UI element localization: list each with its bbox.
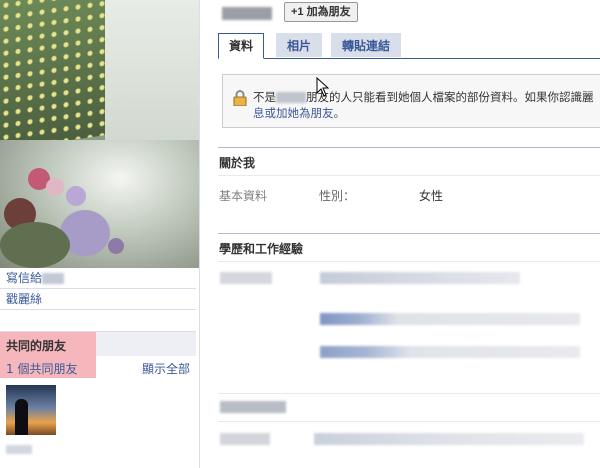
profile-name-blurred (222, 7, 272, 20)
write-message-link[interactable]: 寫信給 (0, 268, 196, 289)
tab-info[interactable]: 資料 (218, 33, 265, 59)
mutual-friends-header: 共同的朋友 (0, 332, 196, 356)
mutual-friend-avatar[interactable] (6, 385, 56, 435)
work-label-blurred (220, 433, 270, 445)
basic-info-label: 基本資料 (219, 189, 268, 203)
mutual-friend-name[interactable] (6, 442, 32, 456)
about-section-divider (218, 175, 600, 176)
gender-value: 女性 (419, 189, 444, 203)
education-section-rule (218, 233, 600, 234)
profile-tabs: 資料 相片 轉貼連結 (218, 33, 600, 59)
write-message-label: 寫信給 (6, 271, 43, 285)
work-title-blurred (220, 401, 286, 413)
profile-photo[interactable] (0, 0, 200, 268)
mutual-friends-title: 共同的朋友 (6, 339, 67, 353)
column-divider (199, 0, 200, 468)
mouse-cursor-icon (316, 77, 330, 97)
work-section-divider (218, 421, 600, 422)
poke-link[interactable]: 戳麗絲 (0, 289, 196, 310)
tab-photos[interactable]: 相片 (276, 33, 323, 57)
tab-links[interactable]: 轉貼連結 (331, 33, 402, 57)
education-entry-1-blurred (320, 272, 520, 284)
education-entry-2-blurred (320, 313, 580, 325)
privacy-notice: 不是 朋友的人只能看到她個人檔案的部份資料。如果你認識麗 息或加她為朋友。 (222, 74, 600, 128)
education-section-title: 學歷和工作經驗 (219, 242, 304, 256)
work-section-rule (218, 393, 600, 394)
about-section-title: 關於我 (219, 156, 256, 170)
notice-text-line2[interactable]: 息或加她為朋友。 (253, 105, 345, 121)
add-friend-button[interactable]: +1 加為朋友 (284, 2, 358, 22)
mutual-friends-box: 共同的朋友 1 個共同朋友 顯示全部 (0, 331, 196, 462)
left-column: 寫信給 戳麗絲 共同的朋友 1 個共同朋友 顯示全部 (0, 0, 200, 468)
mutual-friends-subrow: 1 個共同朋友 顯示全部 (0, 356, 196, 378)
work-entry-blurred (314, 433, 584, 445)
lock-icon (233, 90, 247, 106)
notice-text-line1: 不是 朋友的人只能看到她個人檔案的部份資料。如果你認識麗 (253, 90, 594, 104)
about-section-rule (218, 147, 600, 148)
poke-label: 戳麗絲 (6, 292, 43, 306)
education-entry-3-blurred (320, 346, 580, 358)
education-label-blurred (220, 272, 272, 284)
education-section-divider (218, 261, 600, 262)
gender-label: 性別： (319, 189, 356, 203)
mutual-friends-count-link[interactable]: 1 個共同朋友 (6, 360, 77, 377)
blurred-name (42, 273, 65, 284)
show-all-link[interactable]: 顯示全部 (142, 360, 190, 377)
